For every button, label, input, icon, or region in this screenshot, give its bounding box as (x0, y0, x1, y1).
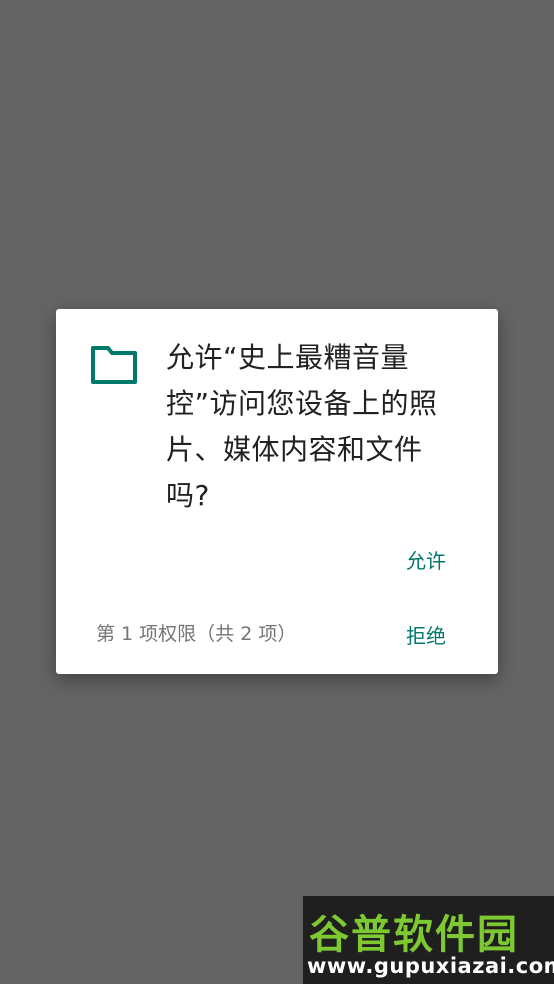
permission-message: 允许“史上最糟音量控”访问您设备上的照片、媒体内容和文件吗? (166, 341, 438, 512)
watermark: 谷普软件园 www.gupuxiazai.com (303, 896, 554, 984)
folder-icon (90, 345, 138, 385)
deny-button[interactable]: 拒绝 (406, 618, 446, 651)
allow-button[interactable]: 允许 (406, 543, 446, 576)
permission-counter: 第 1 项权限（共 2 项） (96, 623, 297, 645)
watermark-url: www.gupuxiazai.com (307, 954, 554, 978)
watermark-logo: 谷普软件园 (309, 912, 519, 958)
permission-dialog: 允许“史上最糟音量控”访问您设备上的照片、媒体内容和文件吗? 允许 第 1 项权… (56, 309, 498, 674)
